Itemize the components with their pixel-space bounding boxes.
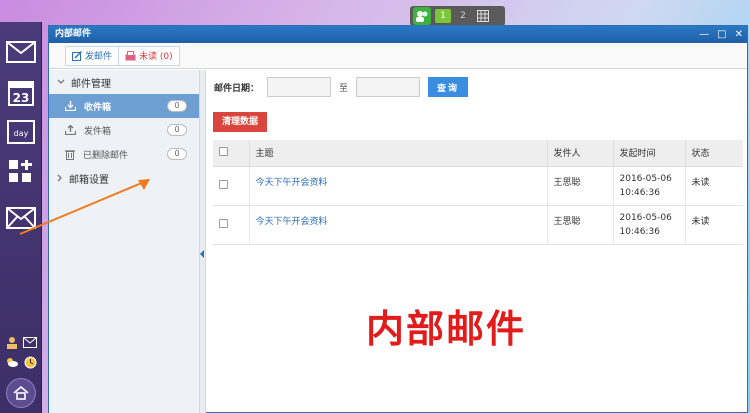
users-icon[interactable]: [413, 7, 431, 25]
home-button[interactable]: [6, 378, 36, 408]
sidebar-item-label: 收件箱: [84, 102, 112, 113]
overlay-caption: 内部邮件: [366, 307, 527, 351]
mail-status: 未读: [685, 166, 743, 206]
start-date-input[interactable]: [267, 77, 332, 97]
mail-app-icon[interactable]: [3, 34, 39, 70]
mail-table: 主题 发件人 发起时间 状态 今天下午开会资料 王思聪 2016-05-06 10…: [213, 140, 743, 245]
mail-subject-link[interactable]: 今天下午开会资料: [249, 205, 548, 245]
upload-icon: [65, 125, 76, 135]
collapse-arrow-icon: [200, 250, 204, 258]
window-titlebar[interactable]: 内部邮件 — □ ✕: [49, 26, 747, 43]
svg-text:day: day: [14, 129, 29, 138]
group-title: 邮件管理: [71, 78, 111, 90]
compose-label: 发邮件: [85, 52, 113, 62]
end-date-input[interactable]: [356, 77, 421, 97]
sent-clock: 10:46:36: [619, 187, 660, 198]
inbox-count-badge: 0: [167, 100, 187, 112]
window-title: 内部邮件: [55, 29, 92, 39]
download-icon: [65, 101, 76, 111]
deleted-count-badge: 0: [167, 148, 187, 160]
mail-status: 未读: [685, 205, 743, 245]
col-sent-time[interactable]: 发起时间: [613, 140, 686, 167]
trash-icon: [65, 149, 75, 160]
sidebar-item-inbox[interactable]: 收件箱 0: [49, 94, 199, 118]
calendar-app-icon[interactable]: 23: [3, 74, 39, 110]
col-sender[interactable]: 发件人: [547, 140, 614, 167]
sent-date: 2016-05-06: [619, 212, 672, 223]
edit-icon: [72, 50, 82, 61]
desktop-page-2[interactable]: 2: [455, 9, 471, 23]
mail-sender: 王思聪: [547, 166, 614, 206]
compose-button[interactable]: 发邮件: [65, 45, 120, 66]
sidebar-item-label: 发件箱: [84, 126, 112, 137]
date-label: 邮件日期：: [214, 83, 260, 94]
mail-sent-time: 2016-05-06 10:46:36: [613, 205, 686, 245]
table-row[interactable]: 今天下午开会资料 王思聪 2016-05-06 10:46:36 未读: [213, 166, 743, 206]
annotation-arrow: [19, 179, 150, 235]
day-schedule-icon[interactable]: day: [3, 114, 39, 150]
sidebar-collapse-handle[interactable]: [200, 70, 206, 413]
close-button[interactable]: ✕: [735, 26, 743, 43]
to-label: 至: [339, 83, 349, 94]
row-select-cell: [213, 166, 250, 206]
desktop-page-1[interactable]: 1: [435, 9, 451, 23]
row-checkbox[interactable]: [219, 218, 228, 228]
table-row[interactable]: 今天下午开会资料 王思聪 2016-05-06 10:46:36 未读: [213, 205, 743, 245]
user-icon[interactable]: [4, 335, 20, 349]
clear-data-button[interactable]: 清理数据: [213, 112, 267, 132]
outbox-count-badge: 0: [167, 124, 187, 136]
sidebar-item-deleted[interactable]: 已删除邮件 0: [49, 142, 199, 166]
select-all-cell[interactable]: [213, 140, 250, 167]
mail-sidebar: 邮件管理 收件箱 0 发件箱 0 已删除邮件 0 邮箱设置: [49, 70, 200, 413]
chevron-down-icon: [57, 79, 65, 84]
unread-label: 未读 (0): [139, 52, 173, 62]
desktop-switcher: 1 2: [410, 6, 505, 26]
message-icon[interactable]: [22, 335, 38, 349]
table-header-row: 主题 发件人 发起时间 状态: [213, 140, 743, 167]
row-select-cell: [213, 205, 250, 245]
row-checkbox[interactable]: [219, 179, 228, 189]
unread-button[interactable]: 未读 (0): [119, 45, 180, 66]
sent-date: 2016-05-06: [619, 173, 672, 184]
col-subject[interactable]: 主题: [249, 140, 548, 167]
minimize-button[interactable]: —: [699, 26, 709, 43]
inbox-icon: [125, 50, 136, 60]
svg-text:23: 23: [13, 91, 30, 105]
weather-icon[interactable]: [4, 355, 20, 369]
date-filter: 邮件日期： 至 查询: [212, 70, 748, 104]
sidebar-item-outbox[interactable]: 发件箱 0: [49, 118, 199, 142]
select-all-checkbox[interactable]: [219, 146, 228, 156]
mail-sent-time: 2016-05-06 10:46:36: [613, 166, 686, 206]
mail-list-panel: 邮件日期： 至 查询 清理数据 主题 发件人 发起时间 状态 今天下午开会资料 …: [212, 70, 748, 413]
sent-clock: 10:46:36: [619, 226, 660, 237]
mail-subject-link[interactable]: 今天下午开会资料: [249, 166, 548, 206]
maximize-button[interactable]: □: [717, 26, 726, 43]
home-icon: [13, 386, 29, 400]
mail-management-group[interactable]: 邮件管理: [49, 70, 199, 94]
query-button[interactable]: 查询: [428, 77, 469, 97]
grid-view-icon[interactable]: [475, 9, 491, 23]
mail-sender: 王思聪: [547, 205, 614, 245]
mail-toolbar: 发邮件 未读 (0): [49, 43, 747, 69]
sidebar-item-label: 已删除邮件: [83, 150, 129, 161]
col-status[interactable]: 状态: [685, 140, 743, 167]
clock-icon[interactable]: [22, 355, 38, 369]
